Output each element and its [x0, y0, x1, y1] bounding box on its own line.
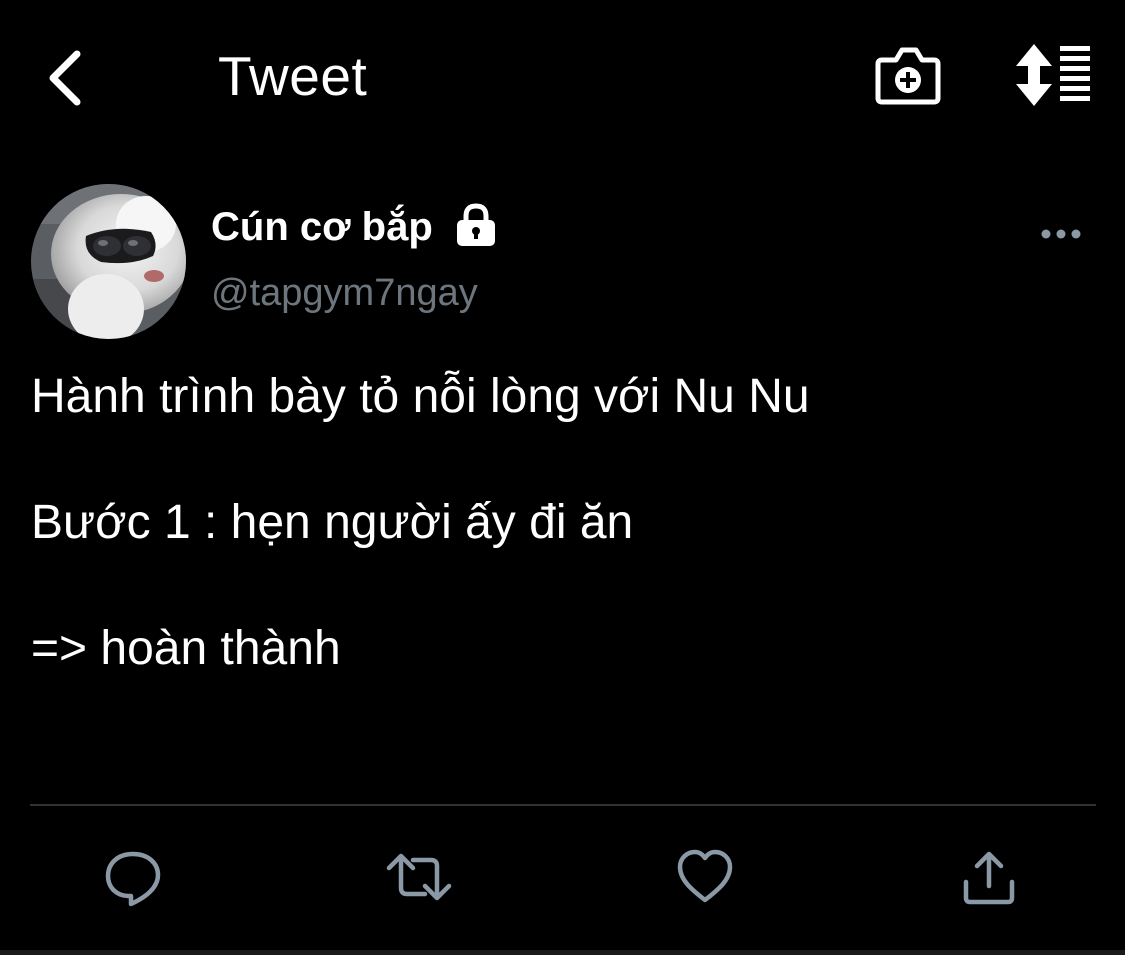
tweet-text-line: Hành trình bày tỏ nỗi lòng với Nu Nu: [31, 370, 810, 423]
more-horizontal-icon: [1041, 229, 1081, 239]
sort-list-icon: [1016, 44, 1090, 106]
author-handle[interactable]: @tapgym7ngay: [211, 270, 478, 316]
share-icon: [963, 851, 1015, 905]
camera-plus-icon: [875, 47, 941, 105]
retweet-icon: [386, 853, 452, 901]
reply-button[interactable]: [98, 842, 168, 912]
camera-button[interactable]: [872, 40, 944, 112]
tweet-text-line: => hoàn thành: [31, 622, 341, 675]
page-title: Tweet: [218, 45, 368, 107]
author-display-name[interactable]: Cún cơ bắp: [211, 203, 433, 251]
dog-avatar-image: [31, 184, 186, 339]
retweet-button[interactable]: [384, 842, 454, 912]
heart-icon: [677, 849, 733, 903]
more-options-button[interactable]: [1036, 212, 1086, 256]
tweet-text-line: Bước 1 : hẹn người ấy đi ăn: [31, 496, 634, 549]
lock-icon: [454, 203, 498, 247]
reply-icon: [105, 851, 161, 907]
back-button[interactable]: [30, 40, 100, 116]
divider: [30, 804, 1096, 806]
chevron-left-icon: [49, 50, 81, 106]
bottom-border: [0, 950, 1125, 955]
sort-button[interactable]: [1008, 42, 1098, 108]
like-button[interactable]: [670, 842, 740, 912]
share-button[interactable]: [954, 842, 1024, 912]
avatar[interactable]: [31, 184, 186, 339]
